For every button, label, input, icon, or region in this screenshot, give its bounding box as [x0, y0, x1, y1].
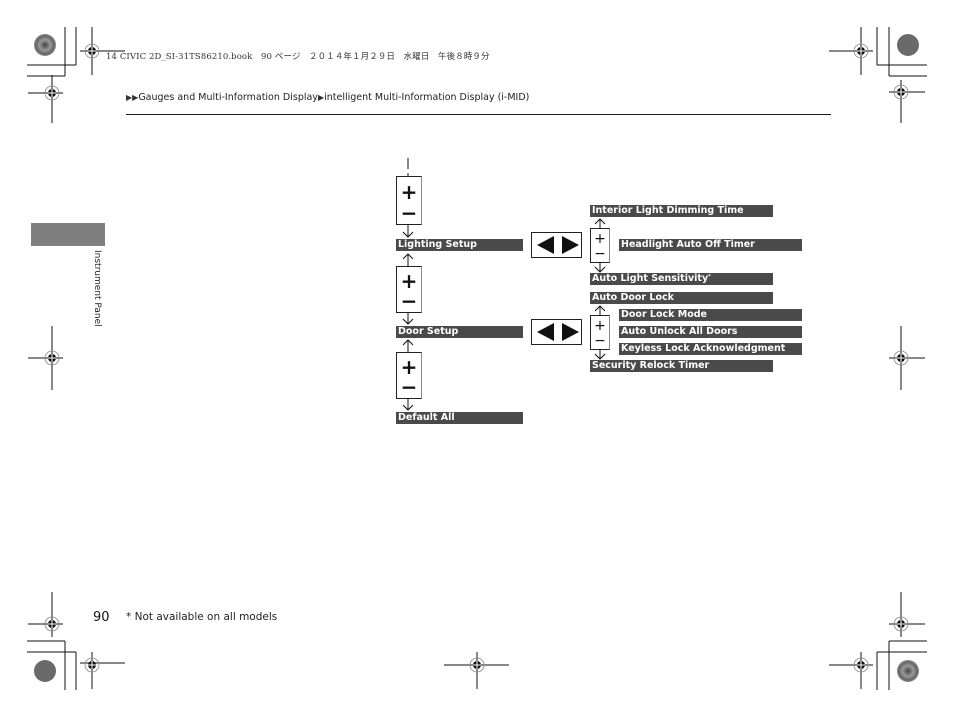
color-target-icon: [34, 34, 56, 56]
print-marks: [27, 27, 927, 690]
color-target-icon: [897, 660, 919, 682]
color-target-icon: [34, 660, 56, 682]
color-target-icon: [897, 34, 919, 56]
